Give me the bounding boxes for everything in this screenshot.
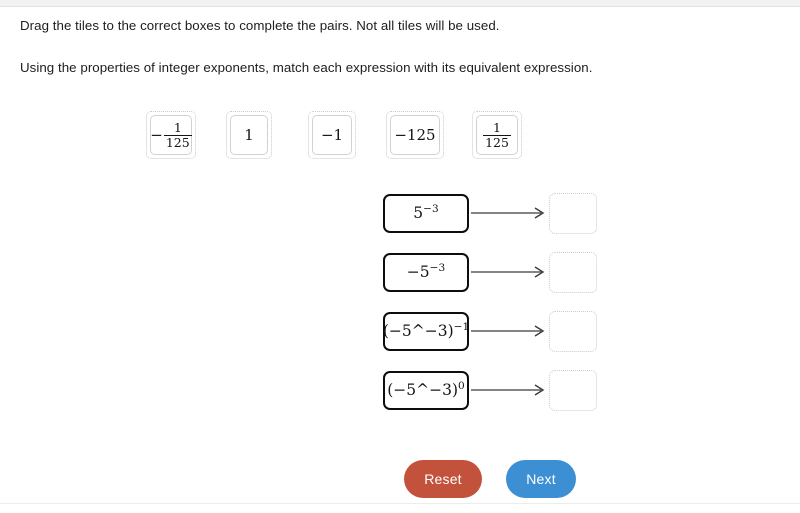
match-row: 5−3 bbox=[383, 193, 597, 234]
row-neg5-neg3-inv: (−5^−3)−1 bbox=[383, 312, 469, 351]
expression-text: (−5^−3)−1 bbox=[382, 320, 470, 340]
tile-value: −125 bbox=[394, 125, 436, 144]
browser-chrome-strip bbox=[0, 0, 800, 7]
match-row: (−5^−3)0 bbox=[383, 370, 597, 411]
next-button[interactable]: Next bbox=[506, 460, 576, 498]
tile-one[interactable]: 1 bbox=[230, 115, 268, 155]
expression-text: 5−3 bbox=[413, 202, 439, 222]
exponent: −3 bbox=[429, 261, 446, 274]
arrow-icon bbox=[471, 383, 549, 397]
arrow-icon bbox=[471, 206, 549, 220]
minus-sign: − bbox=[150, 125, 163, 144]
page-bottom-divider bbox=[0, 503, 800, 504]
exponent: −1 bbox=[453, 320, 470, 333]
fraction: 1 125 bbox=[483, 121, 511, 149]
expression-text: −5−3 bbox=[406, 261, 446, 281]
match-row: −5−3 bbox=[383, 252, 597, 293]
exponent: 0 bbox=[458, 379, 465, 392]
fraction-denominator: 125 bbox=[483, 134, 511, 150]
fraction: 1 125 bbox=[163, 120, 192, 150]
row-5-neg3: 5−3 bbox=[383, 194, 469, 233]
tile-slot: −1 bbox=[308, 111, 356, 159]
fraction-denominator: 125 bbox=[163, 134, 192, 150]
reset-button[interactable]: Reset bbox=[404, 460, 482, 498]
drop-target[interactable] bbox=[549, 193, 597, 234]
negative-fraction: −1 125 bbox=[150, 120, 192, 150]
tile-slot: −125 bbox=[386, 111, 444, 159]
tile-one-over-125[interactable]: 1 125 bbox=[476, 115, 518, 155]
tile-value: 1 bbox=[244, 125, 254, 144]
fraction-numerator: 1 bbox=[173, 120, 182, 135]
drop-target[interactable] bbox=[549, 252, 597, 293]
tile-neg-one[interactable]: −1 bbox=[312, 115, 352, 155]
exponent: −3 bbox=[423, 202, 439, 215]
tile-slot: 1 bbox=[226, 111, 272, 159]
expression-text: (−5^−3)0 bbox=[387, 379, 465, 399]
arrow-icon bbox=[471, 324, 549, 338]
row-neg5-neg3-zero: (−5^−3)0 bbox=[383, 371, 469, 410]
tile-neg-125[interactable]: −125 bbox=[390, 115, 440, 155]
tile-neg-one-over-125[interactable]: −1 125 bbox=[150, 115, 192, 155]
question-page: Drag the tiles to the correct boxes to c… bbox=[0, 8, 800, 503]
match-row: (−5^−3)−1 bbox=[383, 311, 597, 352]
arrow-icon bbox=[471, 265, 549, 279]
drop-target[interactable] bbox=[549, 311, 597, 352]
instruction-question-prompt: Using the properties of integer exponent… bbox=[20, 60, 593, 75]
drop-target[interactable] bbox=[549, 370, 597, 411]
instruction-drag-tiles: Drag the tiles to the correct boxes to c… bbox=[20, 18, 500, 33]
tile-slot: −1 125 bbox=[146, 111, 196, 159]
fraction-numerator: 1 bbox=[493, 120, 501, 135]
tile-slot: 1 125 bbox=[472, 111, 522, 159]
tile-value: −1 bbox=[320, 125, 344, 144]
row-neg5-neg3: −5−3 bbox=[383, 253, 469, 292]
